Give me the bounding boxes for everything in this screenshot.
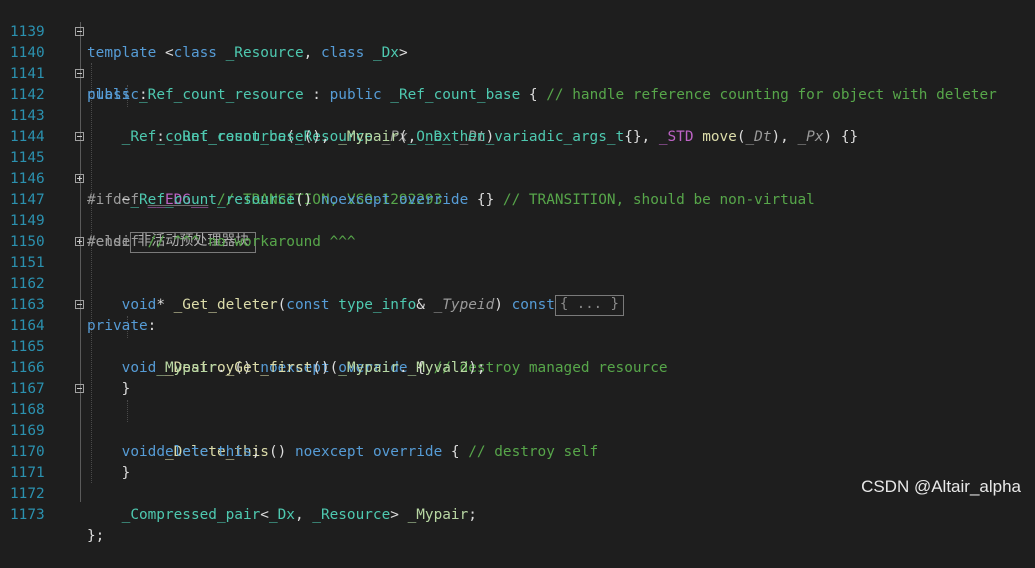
fold-collapse-icon[interactable] [75, 132, 84, 141]
fold-collapse-icon[interactable] [75, 69, 84, 78]
code-line[interactable]: 1164 void _Destroy() noexcept override {… [0, 295, 1035, 376]
code-text: _Compressed_pair<_Dx, _Resource> _Mypair… [121, 507, 477, 523]
code-line[interactable]: 1163 private: [0, 274, 1035, 334]
code-text: }; [87, 528, 105, 544]
code-line[interactable]: 1165 _Mypair._Get_first()(_Mypair._Myval… [0, 316, 1035, 376]
code-line[interactable]: 1166 } [0, 337, 1035, 397]
fold-expand-icon[interactable] [75, 174, 84, 183]
code-line[interactable]: 1144 [0, 106, 1035, 145]
code-line[interactable]: 1170 } [0, 421, 1035, 481]
code-line[interactable]: 1150 [0, 211, 1035, 250]
code-line[interactable]: 1141 public: [0, 43, 1035, 103]
code-line[interactable]: 1140 class _Ref_count_resource : public … [0, 22, 1035, 103]
code-line[interactable]: 1168 void _Delete_this() noexcept overri… [0, 379, 1035, 460]
code-line[interactable]: 1169 delete this; [0, 400, 1035, 460]
line-number: 1173 [10, 507, 45, 523]
code-line[interactable]: 1151 void* _Get_deleter(const type_info&… [0, 232, 1035, 316]
watermark: CSDN @Altair_alpha [861, 477, 1021, 496]
code-line[interactable]: 1146 ~_Ref_count_resource() noexcept ove… [0, 148, 1035, 208]
fold-collapse-icon[interactable] [75, 300, 84, 309]
fold-expand-icon[interactable] [75, 237, 84, 246]
fold-collapse-icon[interactable] [75, 27, 84, 36]
code-line[interactable]: 1167 [0, 358, 1035, 397]
code-line[interactable]: 1139 template <class _Resource, class _D… [0, 1, 1035, 61]
code-line[interactable]: 1149 #endif // ^^^ no workaround ^^^ [0, 190, 1035, 250]
code-line[interactable]: 1143 : _Ref_count_base(), _Mypair(_One_t… [0, 85, 1035, 145]
code-line[interactable]: 1162 [0, 253, 1035, 292]
code-editor[interactable]: 1139 template <class _Resource, class _D… [0, 0, 1035, 544]
code-line[interactable]: 1145 #ifdef __EDG__ // TRANSITION, VSO-1… [0, 127, 1035, 208]
fold-collapse-icon[interactable] [75, 384, 84, 393]
code-line[interactable]: 1147 #else 非活动预处理器块 [0, 169, 1035, 253]
code-line[interactable]: 1171 [0, 442, 1035, 481]
code-line[interactable]: 1142 _Ref_count_resource(_Resource _Px, … [0, 64, 1035, 145]
